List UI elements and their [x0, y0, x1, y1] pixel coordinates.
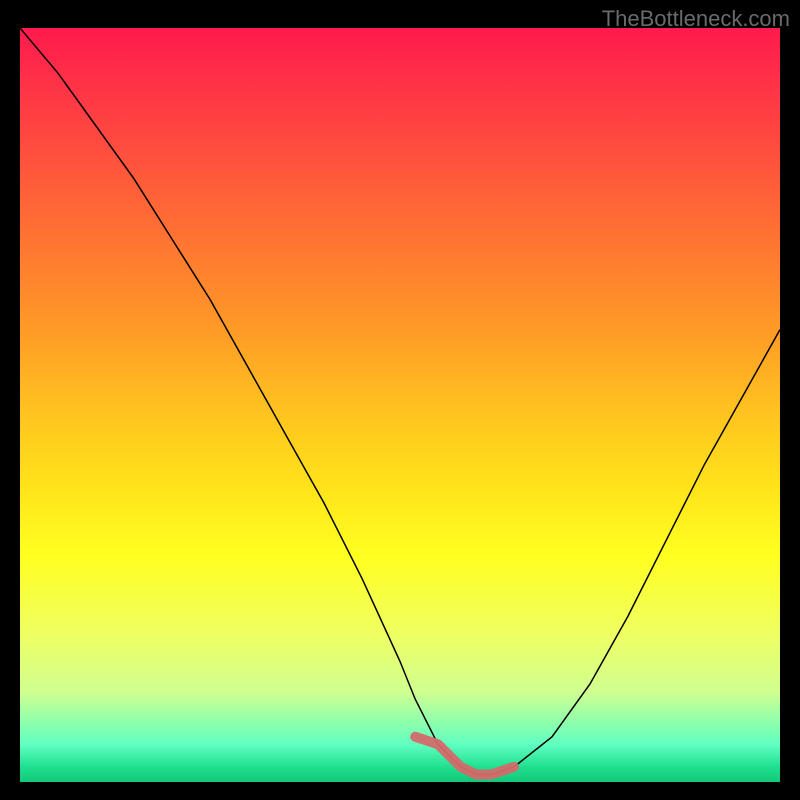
highlight-segment — [415, 737, 514, 775]
plot-area — [20, 28, 780, 782]
bottleneck-curve — [20, 28, 780, 775]
watermark-text: TheBottleneck.com — [602, 6, 790, 32]
chart-svg — [20, 28, 780, 782]
